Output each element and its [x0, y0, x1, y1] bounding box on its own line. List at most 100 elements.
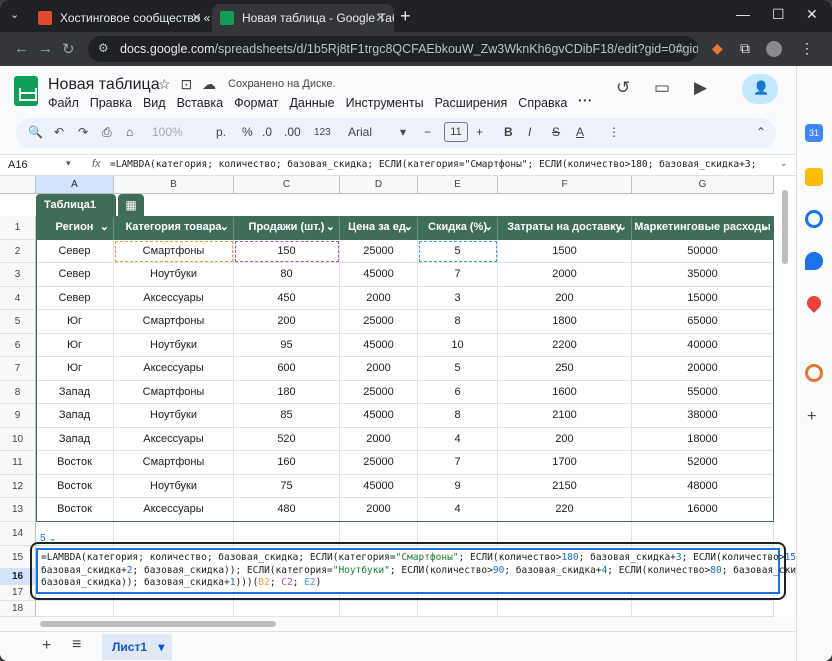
- table-cell[interactable]: Ноутбуки: [114, 333, 234, 357]
- currency-format-button[interactable]: р.: [216, 125, 226, 139]
- table-cell[interactable]: 160: [234, 451, 340, 475]
- document-title[interactable]: Новая таблица: [48, 76, 160, 94]
- menu-file[interactable]: Файл: [48, 96, 79, 110]
- row-header-12[interactable]: 12: [0, 474, 36, 498]
- table-cell[interactable]: 75: [234, 474, 340, 498]
- menu-more[interactable]: • • •: [578, 96, 591, 110]
- table-header-cell[interactable]: Затраты на доставку ⌄: [498, 216, 632, 240]
- row-header-10[interactable]: 10: [0, 427, 36, 451]
- table-cell[interactable]: 6: [418, 380, 498, 404]
- bookmark-star-icon[interactable]: ☆: [673, 40, 686, 57]
- font-dropdown-icon[interactable]: ▾: [400, 125, 406, 139]
- undo-icon[interactable]: ↶: [54, 125, 64, 139]
- table-cell[interactable]: 45000: [340, 333, 418, 357]
- column-filter-icon[interactable]: ⌄: [404, 216, 413, 240]
- back-icon[interactable]: ←: [14, 40, 29, 57]
- empty-cell[interactable]: [340, 600, 418, 617]
- minimize-icon[interactable]: —: [736, 6, 750, 22]
- table-cell[interactable]: 15000: [632, 286, 774, 310]
- tab-search-icon[interactable]: ⌄: [10, 8, 19, 21]
- row-header-4[interactable]: 4: [0, 286, 36, 310]
- column-filter-icon[interactable]: ⌄: [484, 216, 493, 240]
- table-cell[interactable]: 2150: [498, 474, 632, 498]
- meet-icon[interactable]: ▶: [694, 78, 707, 98]
- column-filter-icon[interactable]: ⌄: [760, 216, 769, 240]
- row-header-11[interactable]: 11: [0, 451, 36, 475]
- column-header-d[interactable]: D: [340, 176, 418, 194]
- paint-format-icon[interactable]: ⌂: [126, 125, 133, 139]
- decrease-decimal-button[interactable]: .0: [262, 125, 272, 139]
- column-header-c[interactable]: C: [234, 176, 340, 194]
- vertical-scrollbar[interactable]: [782, 190, 788, 264]
- table-cell[interactable]: 48000: [632, 474, 774, 498]
- menu-help[interactable]: Справка: [518, 96, 567, 110]
- table-cell[interactable]: 16000: [632, 498, 774, 522]
- empty-cell[interactable]: [498, 600, 632, 617]
- table-cell[interactable]: Ноутбуки: [114, 263, 234, 287]
- menu-extensions[interactable]: Расширения: [435, 96, 508, 110]
- table-cell[interactable]: 180: [234, 380, 340, 404]
- column-filter-icon[interactable]: ⌄: [220, 216, 229, 240]
- table-cell[interactable]: 2000: [498, 263, 632, 287]
- table-cell[interactable]: 200: [498, 286, 632, 310]
- metamask-extension-icon[interactable]: ◆: [712, 40, 723, 57]
- table-cell[interactable]: 50000: [632, 239, 774, 263]
- table-header-cell[interactable]: Цена за ед. ⌄: [340, 216, 418, 240]
- table-cell[interactable]: 85: [234, 404, 340, 428]
- table-cell[interactable]: Смартфоны: [114, 380, 234, 404]
- table-cell[interactable]: 520: [234, 427, 340, 451]
- empty-cell[interactable]: [632, 600, 774, 617]
- font-size-minus-button[interactable]: −: [424, 125, 431, 139]
- empty-cell[interactable]: [114, 600, 234, 617]
- table-cell[interactable]: 35000: [632, 263, 774, 287]
- close-tab-icon[interactable]: ✕: [191, 10, 202, 26]
- calendar-icon[interactable]: 31: [805, 124, 823, 142]
- close-window-icon[interactable]: ✕: [806, 6, 818, 23]
- table-cell[interactable]: 2000: [340, 498, 418, 522]
- increase-decimal-button[interactable]: .00: [284, 125, 301, 139]
- history-icon[interactable]: ↺: [616, 78, 630, 98]
- table-cell[interactable]: 2100: [498, 404, 632, 428]
- add-sheet-button[interactable]: +: [42, 637, 51, 655]
- table-cell[interactable]: Юг: [36, 333, 114, 357]
- table-cell[interactable]: 2000: [340, 286, 418, 310]
- table-cell[interactable]: 150: [234, 239, 340, 263]
- table-cell[interactable]: 1500: [498, 239, 632, 263]
- menu-view[interactable]: Вид: [143, 96, 166, 110]
- table-cell[interactable]: 40000: [632, 333, 774, 357]
- sheet-tab-list1[interactable]: Лист1 ▾: [102, 634, 172, 660]
- browser-tab-sheets[interactable]: Новая таблица - Google Табли ✕: [212, 4, 394, 32]
- row-header-13[interactable]: 13: [0, 498, 36, 522]
- table-cell[interactable]: Восток: [36, 498, 114, 522]
- sheets-logo-icon[interactable]: [14, 76, 38, 106]
- column-header-a[interactable]: A: [36, 176, 114, 194]
- table-cell[interactable]: 25000: [340, 380, 418, 404]
- table-menu-icon[interactable]: ▦: [118, 194, 144, 216]
- table-cell[interactable]: 1800: [498, 310, 632, 334]
- reload-icon[interactable]: ↻: [62, 40, 75, 58]
- all-sheets-button[interactable]: ≡: [72, 636, 81, 654]
- table-cell[interactable]: Север: [36, 263, 114, 287]
- table-header-cell[interactable]: Маркетинговые расходы ⌄: [632, 216, 774, 240]
- table-cell[interactable]: 5: [418, 239, 498, 263]
- table-cell[interactable]: 95: [234, 333, 340, 357]
- table-cell[interactable]: 4: [418, 498, 498, 522]
- star-icon[interactable]: ☆: [158, 76, 171, 92]
- expand-formula-icon[interactable]: ⌄: [780, 158, 788, 169]
- table-cell[interactable]: 5: [418, 357, 498, 381]
- search-menus-icon[interactable]: 🔍: [28, 125, 43, 139]
- table-cell[interactable]: Запад: [36, 404, 114, 428]
- table-cell[interactable]: Запад: [36, 380, 114, 404]
- table-cell[interactable]: Восток: [36, 451, 114, 475]
- menu-edit[interactable]: Правка: [90, 96, 132, 110]
- table-cell[interactable]: 80: [234, 263, 340, 287]
- table-cell[interactable]: Смартфоны: [114, 310, 234, 334]
- table-cell[interactable]: Смартфоны: [114, 239, 234, 263]
- table-cell[interactable]: Ноутбуки: [114, 404, 234, 428]
- menu-insert[interactable]: Вставка: [177, 96, 223, 110]
- table-cell[interactable]: 25000: [340, 451, 418, 475]
- table-name-tab[interactable]: Таблица1: [36, 194, 116, 216]
- column-filter-icon[interactable]: ⌄: [326, 216, 335, 240]
- italic-button[interactable]: I: [528, 125, 531, 139]
- table-cell[interactable]: 8: [418, 404, 498, 428]
